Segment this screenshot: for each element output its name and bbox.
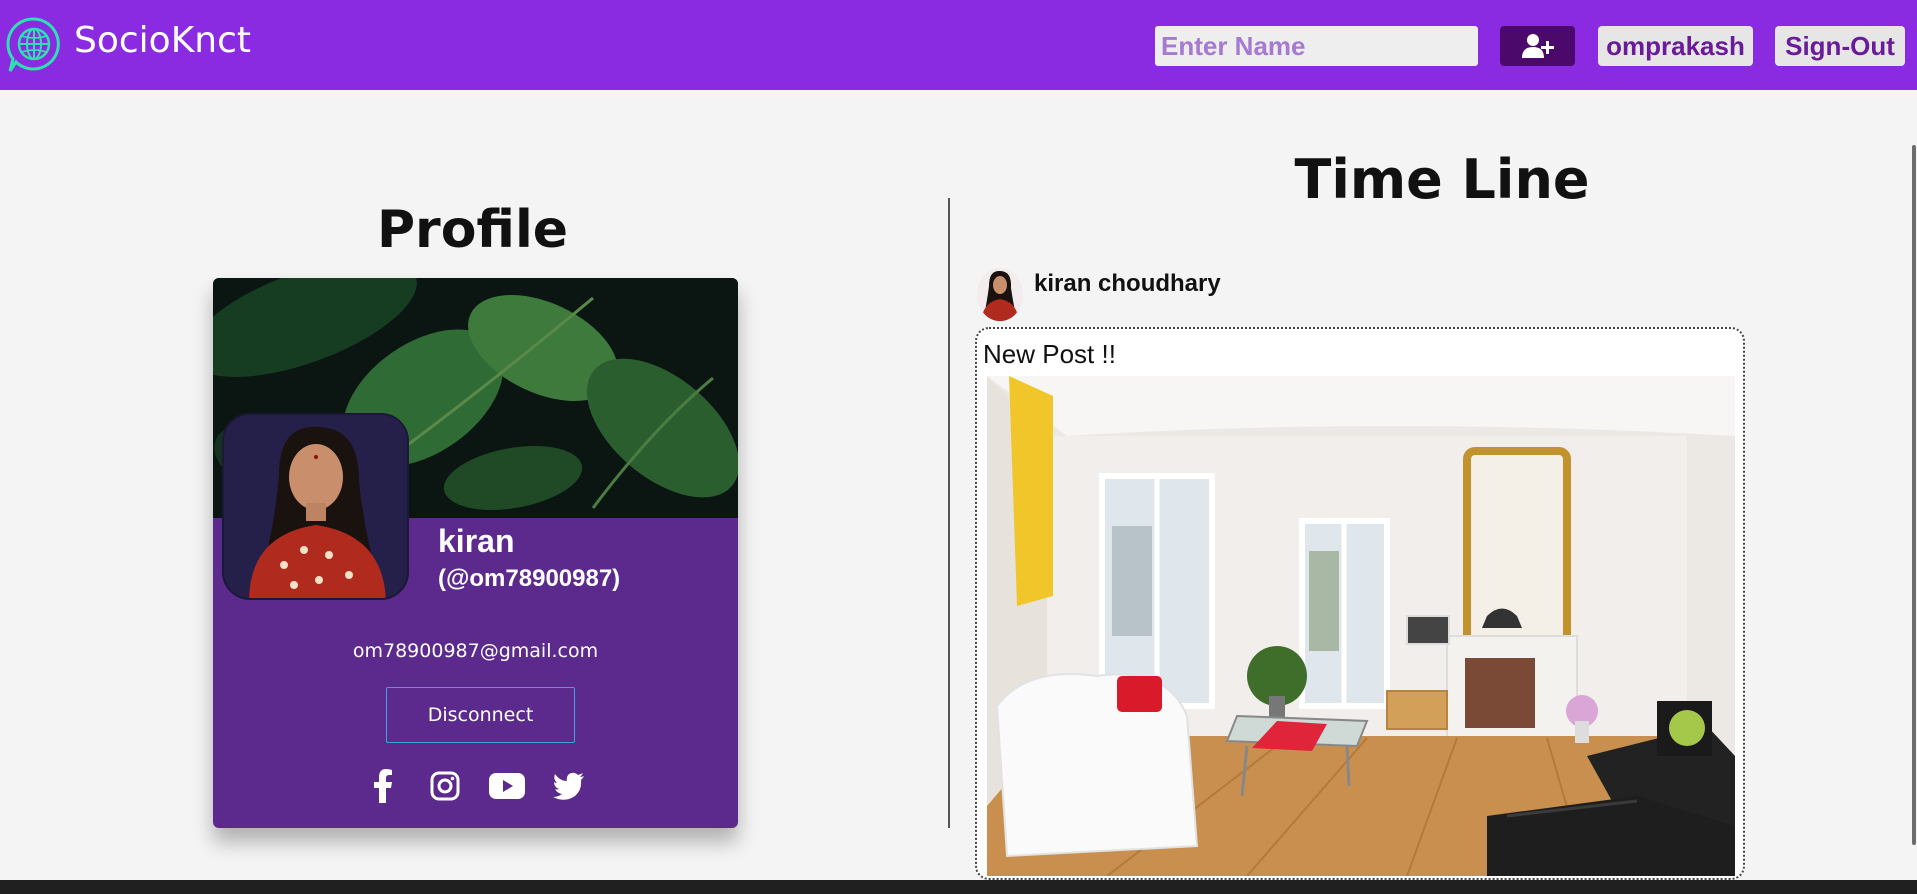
sign-out-button[interactable]: Sign-Out: [1775, 26, 1905, 66]
section-divider: [948, 198, 950, 828]
globe-chat-logo-icon[interactable]: [4, 15, 64, 75]
profile-email: om78900987@gmail.com: [352, 640, 599, 662]
profile-handle: (@om78900987): [438, 565, 621, 592]
profile-title: Profile: [376, 200, 569, 260]
disconnect-button[interactable]: Disconnect: [386, 687, 575, 743]
post-author-name[interactable]: kiran choudhary: [1034, 270, 1221, 298]
facebook-icon[interactable]: [363, 766, 403, 806]
profile-avatar: [222, 413, 409, 600]
profile-name: kiran: [438, 523, 515, 559]
scrollbar[interactable]: [1911, 90, 1917, 880]
profile-card: kiran (@om78900987) om78900987@gmail.com…: [213, 278, 738, 828]
search-name-input[interactable]: [1155, 26, 1478, 66]
brand-name[interactable]: SocioKnct: [74, 20, 251, 61]
instagram-icon[interactable]: [425, 766, 465, 806]
user-plus-icon: [1521, 34, 1554, 58]
post-text: New Post !!: [983, 339, 1116, 369]
post-image-living-room[interactable]: [987, 376, 1735, 876]
post-author-avatar[interactable]: [977, 268, 1023, 321]
bottom-taskbar-strip: [0, 880, 1917, 894]
youtube-icon[interactable]: [487, 766, 527, 806]
navbar: SocioKnct omprakash Sign-Out: [0, 0, 1917, 90]
current-user-button[interactable]: omprakash: [1598, 26, 1753, 66]
scrollbar-thumb[interactable]: [1912, 145, 1916, 845]
add-friend-button[interactable]: [1500, 26, 1575, 66]
timeline-title: Time Line: [1294, 148, 1590, 211]
post-card: New Post !!: [975, 327, 1745, 880]
twitter-icon[interactable]: [549, 766, 589, 806]
social-links: [213, 766, 738, 806]
